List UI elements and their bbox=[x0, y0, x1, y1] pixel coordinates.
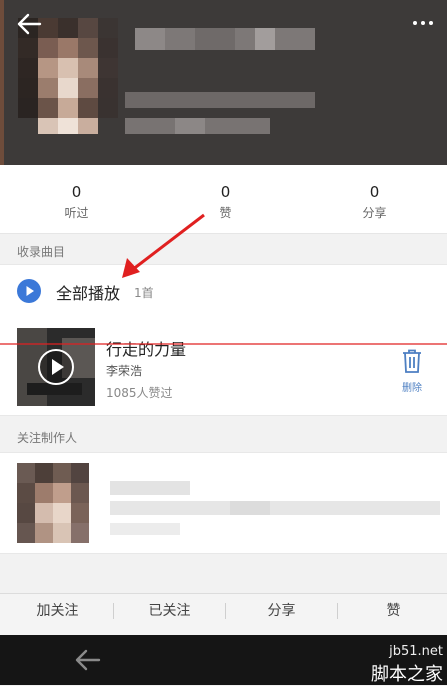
tutorial-annotation-overlay bbox=[0, 213, 447, 345]
annotation-arrow-head bbox=[122, 258, 140, 278]
annotation-arrow-shaft bbox=[131, 213, 205, 272]
